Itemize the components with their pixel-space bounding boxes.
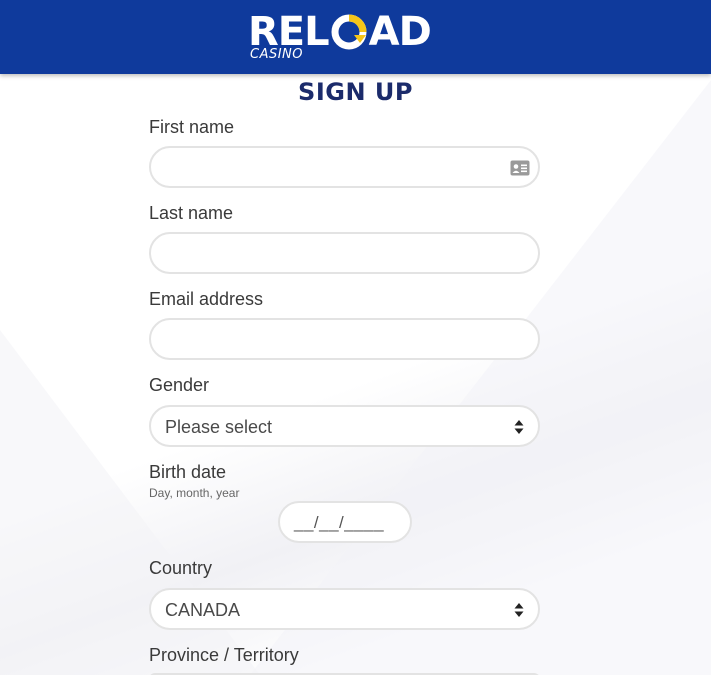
id-card-icon bbox=[510, 160, 530, 176]
birth-date-field[interactable]: __/__/____ bbox=[278, 501, 412, 543]
birth-date-mask: __/__/____ bbox=[294, 513, 385, 532]
last-name-label: Last name bbox=[149, 203, 234, 223]
country-select[interactable]: CANADA bbox=[149, 588, 540, 630]
country-label: Country bbox=[149, 558, 213, 578]
select-arrows-icon bbox=[514, 420, 524, 434]
logo-subtitle: CASINO bbox=[250, 47, 304, 62]
last-name-input[interactable] bbox=[151, 234, 538, 272]
select-arrows-icon bbox=[514, 603, 524, 617]
email-input[interactable] bbox=[151, 320, 538, 358]
gender-select[interactable]: Please select bbox=[149, 405, 540, 447]
first-name-field[interactable] bbox=[149, 146, 540, 188]
birth-date-label: Birth date bbox=[149, 462, 227, 482]
country-selected-value: CANADA bbox=[165, 600, 241, 620]
email-field[interactable] bbox=[149, 318, 540, 360]
first-name-input[interactable] bbox=[151, 148, 538, 186]
logo[interactable]: REL AD CASINO bbox=[248, 10, 448, 64]
page-title: SIGN UP bbox=[298, 78, 413, 106]
first-name-label: First name bbox=[149, 117, 235, 137]
province-label: Province / Territory bbox=[149, 645, 299, 665]
gender-selected-value: Please select bbox=[165, 417, 273, 437]
reload-o-icon bbox=[331, 14, 367, 50]
birth-date-hint: Day, month, year bbox=[149, 486, 240, 500]
gender-label: Gender bbox=[149, 375, 210, 395]
site-header: REL AD CASINO bbox=[0, 0, 711, 74]
email-label: Email address bbox=[149, 289, 264, 309]
last-name-field[interactable] bbox=[149, 232, 540, 274]
